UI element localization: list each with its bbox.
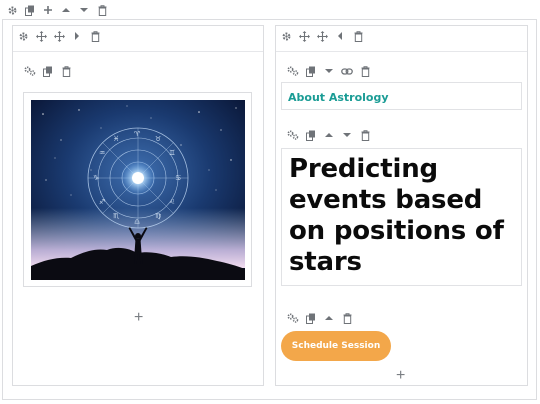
gears-icon[interactable] — [284, 311, 302, 325]
caret-down-icon[interactable] — [338, 128, 356, 142]
caret-right-icon[interactable] — [68, 29, 86, 43]
left-column-toolbar — [14, 29, 104, 43]
headline-text: Predicting events based on positions of … — [289, 154, 504, 277]
move-arrows-icon[interactable] — [313, 29, 331, 43]
svg-text:♊: ♊ — [169, 149, 175, 157]
move-arrows-icon[interactable] — [50, 29, 68, 43]
copy-icon[interactable] — [302, 128, 320, 142]
button-module-toolbar — [284, 311, 356, 325]
svg-text:♎: ♎ — [134, 218, 140, 226]
trash-icon[interactable] — [356, 128, 374, 142]
svg-text:♓: ♓ — [113, 135, 119, 143]
copy-icon[interactable] — [21, 3, 39, 17]
copy-icon[interactable] — [302, 311, 320, 325]
svg-text:♍: ♍ — [155, 212, 162, 220]
headline-module-toolbar — [284, 128, 374, 142]
plus-icon[interactable] — [39, 3, 57, 17]
caret-up-icon[interactable] — [320, 311, 338, 325]
left-column: ♈ ♉ ♊ ♋ ♌ ♍ ♎ ♏ ♐ ♑ ♒ ♓ + — [12, 25, 264, 386]
kicker-text-module[interactable]: About Astrology — [281, 82, 522, 110]
link-icon[interactable] — [338, 64, 356, 78]
svg-text:♋: ♋ — [175, 174, 181, 182]
column-toolbar-divider — [13, 51, 263, 52]
svg-text:♌: ♌ — [169, 198, 175, 206]
copy-icon[interactable] — [302, 64, 320, 78]
caret-down-icon[interactable] — [320, 64, 338, 78]
gears-icon[interactable] — [284, 64, 302, 78]
svg-text:♉: ♉ — [155, 135, 161, 143]
caret-up-icon[interactable] — [320, 128, 338, 142]
kicker-text: About Astrology — [288, 91, 389, 104]
gears-icon[interactable] — [21, 64, 39, 78]
svg-text:♏: ♏ — [113, 212, 120, 220]
move-arrows-icon[interactable] — [295, 29, 313, 43]
svg-text:♈: ♈ — [134, 130, 141, 138]
right-column: About Astrology Predicting events based … — [275, 25, 528, 386]
section-toolbar — [3, 3, 111, 17]
add-module-plus-icon[interactable]: + — [134, 310, 143, 326]
trash-icon[interactable] — [93, 3, 111, 17]
column-toolbar-divider — [276, 51, 527, 52]
svg-text:♑: ♑ — [93, 174, 99, 182]
svg-text:♐: ♐ — [99, 198, 105, 206]
zodiac-night-sky-image: ♈ ♉ ♊ ♋ ♌ ♍ ♎ ♏ ♐ ♑ ♒ ♓ — [31, 100, 245, 280]
trash-icon[interactable] — [349, 29, 367, 43]
caret-left-icon[interactable] — [331, 29, 349, 43]
trash-icon[interactable] — [338, 311, 356, 325]
gear-icon[interactable] — [277, 29, 295, 43]
add-module-plus-icon[interactable]: + — [396, 368, 405, 384]
trash-icon[interactable] — [356, 64, 374, 78]
gear-icon[interactable] — [14, 29, 32, 43]
trash-icon[interactable] — [86, 29, 104, 43]
headline-text-module[interactable]: Predicting events based on positions of … — [281, 148, 522, 286]
svg-text:♒: ♒ — [99, 149, 105, 157]
caret-down-icon[interactable] — [75, 3, 93, 17]
astrology-image: ♈ ♉ ♊ ♋ ♌ ♍ ♎ ♏ ♐ ♑ ♒ ♓ — [23, 92, 252, 287]
schedule-session-button[interactable]: Schedule Session — [281, 331, 391, 361]
caret-up-icon[interactable] — [57, 3, 75, 17]
right-column-toolbar — [277, 29, 367, 43]
gears-icon[interactable] — [284, 128, 302, 142]
move-arrows-icon[interactable] — [32, 29, 50, 43]
copy-icon[interactable] — [39, 64, 57, 78]
trash-icon[interactable] — [57, 64, 75, 78]
gear-icon[interactable] — [3, 3, 21, 17]
image-module-toolbar — [21, 64, 75, 78]
kicker-module-toolbar — [284, 64, 374, 78]
